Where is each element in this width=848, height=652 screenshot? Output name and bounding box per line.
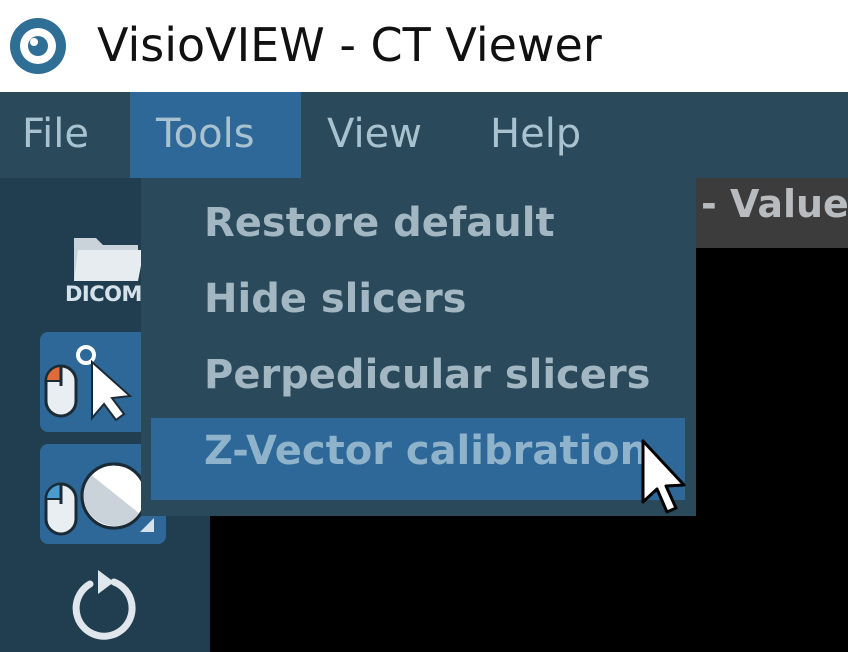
tools-dropdown-menu: Restore default Hide slicers Perpedicula… (141, 178, 696, 516)
rotate-icon (72, 570, 136, 640)
folder-icon (74, 238, 144, 281)
dropdown-corner-icon (140, 518, 154, 532)
menu-item-restore-default[interactable]: Restore default (151, 192, 685, 268)
menu-bar: File Tools View Help (0, 92, 848, 178)
select-pointer-icon (76, 345, 133, 422)
menu-help[interactable]: Help (466, 92, 626, 178)
value-label: - Value: (701, 182, 848, 226)
menu-tools[interactable]: Tools (130, 92, 301, 178)
menu-item-perpendicular-slicers[interactable]: Perpedicular slicers (151, 344, 685, 420)
menu-item-z-vector-calibration[interactable]: Z-Vector calibration (151, 418, 685, 500)
rotate-button[interactable] (60, 562, 146, 648)
dicom-label: DICOM (65, 282, 142, 306)
window-title: VisioVIEW - CT Viewer (97, 18, 602, 72)
menu-file[interactable]: File (0, 92, 130, 178)
menu-view[interactable]: View (301, 92, 451, 178)
menu-item-label: Z-Vector calibration (204, 428, 649, 474)
menu-item-label: Restore default (204, 200, 555, 246)
mouse-cursor-icon (641, 439, 686, 514)
open-dicom-button[interactable]: DICOM (60, 226, 150, 312)
menu-item-label: Perpedicular slicers (204, 352, 651, 398)
value-readout: - Value: (696, 178, 848, 248)
eye-icon (10, 18, 66, 74)
title-bar: VisioVIEW - CT Viewer (0, 0, 848, 92)
menu-item-label: Hide slicers (204, 276, 467, 322)
menu-item-hide-slicers[interactable]: Hide slicers (151, 268, 685, 344)
